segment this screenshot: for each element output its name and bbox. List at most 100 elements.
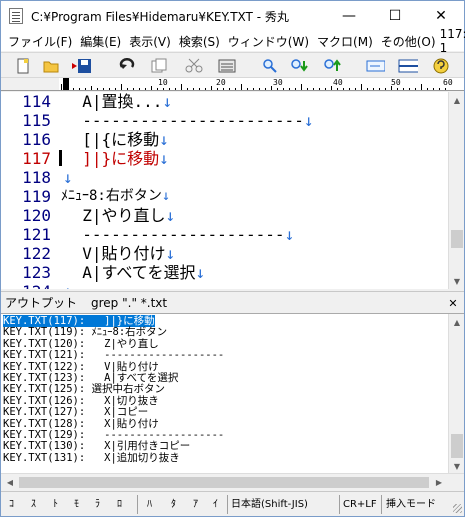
function-key-label[interactable]: ｺ <box>9 495 14 515</box>
scroll-left-icon[interactable]: ◀ <box>2 474 18 490</box>
ruler-label: 40 <box>333 78 343 87</box>
function-key-label[interactable]: ﾛ <box>117 495 122 515</box>
ruler-tick <box>175 88 176 90</box>
editor-pane[interactable]: 114 115 116 117 118 119 120 121 122 123 … <box>1 92 464 289</box>
ruler-tick <box>211 86 212 90</box>
output-line[interactable]: KEY.TXT(121): ------------------- <box>3 349 443 361</box>
title-bar[interactable]: C:¥Program Files¥Hidemaru¥KEY.TXT - 秀丸 —… <box>1 1 464 31</box>
search-icon[interactable] <box>260 56 280 76</box>
ruler-tick <box>187 88 188 90</box>
new-file-icon[interactable] <box>13 56 33 76</box>
help-icon[interactable] <box>431 56 451 76</box>
paste-icon[interactable] <box>217 56 237 76</box>
eol-mark: ↓ <box>165 206 176 225</box>
eol-mark: ↓ <box>63 282 73 289</box>
ruler-tick <box>253 88 254 90</box>
menu-search[interactable]: 検索(S) <box>175 33 224 50</box>
search-down-icon[interactable] <box>290 56 310 76</box>
menu-edit[interactable]: 編集(E) <box>76 33 125 50</box>
minimize-button[interactable]: — <box>326 1 372 31</box>
function-key-label[interactable]: ｽ <box>31 495 36 515</box>
resize-grip[interactable] <box>453 504 462 513</box>
split-icon[interactable] <box>398 56 418 76</box>
scroll-up-icon[interactable]: ▲ <box>449 314 464 330</box>
line-text: V|貼り付け <box>63 244 166 263</box>
ruler-tick <box>445 88 446 90</box>
function-key-label[interactable]: ﾀ <box>171 495 176 515</box>
menu-file[interactable]: ファイル(F) <box>4 33 76 50</box>
ruler-tick <box>325 88 326 90</box>
scroll-down-icon[interactable]: ▼ <box>449 458 464 473</box>
ruler-tick <box>265 88 266 90</box>
ruler-tick <box>61 84 62 90</box>
text-line: -----------------------↓ <box>63 111 313 130</box>
ruler-label: 0 <box>63 78 68 87</box>
undo-icon[interactable] <box>118 56 138 76</box>
eol-mark: ↓ <box>159 149 169 168</box>
output-line[interactable]: KEY.TXT(130): X|引用付きコピー <box>3 440 443 452</box>
ruler-tick <box>67 88 68 90</box>
newline-status[interactable]: CR+LF <box>343 495 377 515</box>
output-query: grep "." *.txt <box>91 295 168 310</box>
output-close-button[interactable]: ✕ <box>445 295 461 311</box>
eol-mark: ↓ <box>162 92 173 111</box>
output-pane[interactable]: KEY.TXT(117): ]|}に移動 KEY.TXT(119): ﾒﾆｭｰ8… <box>1 313 464 473</box>
scroll-thumb[interactable] <box>19 477 429 488</box>
replace-icon[interactable] <box>365 56 385 76</box>
function-key-label[interactable]: ｲ <box>213 495 218 515</box>
ruler-tick <box>367 88 368 90</box>
ruler-tick <box>421 84 422 90</box>
ruler-tick <box>397 88 398 90</box>
ruler-tick <box>409 88 410 90</box>
ruler-tick <box>403 88 404 90</box>
ruler-tick <box>313 88 314 90</box>
eol-mark: ↓ <box>159 130 169 149</box>
text-line: V|貼り付け↓ <box>63 244 175 263</box>
cut-icon[interactable] <box>184 56 204 76</box>
line-text: [|{に移動 <box>63 130 160 149</box>
ruler-tick <box>337 88 338 90</box>
function-key-label[interactable]: ﾄ <box>53 495 58 515</box>
ruler-tick <box>319 88 320 90</box>
line-number: 120 <box>22 206 51 225</box>
scroll-thumb[interactable] <box>451 434 463 458</box>
editor-vertical-scrollbar[interactable]: ▲ ▼ <box>448 92 464 289</box>
ruler-tick <box>349 88 350 90</box>
insert-mode-status[interactable]: 挿入モード <box>386 495 436 515</box>
encoding-status[interactable]: 日本語(Shift-JIS) <box>231 495 308 515</box>
output-horizontal-scrollbar[interactable]: ◀ ▶ <box>1 473 464 490</box>
search-up-icon[interactable] <box>323 56 343 76</box>
text-line: [|{に移動↓ <box>63 130 169 149</box>
function-key-label[interactable]: ｱ <box>193 495 198 515</box>
save-icon[interactable] <box>71 56 91 76</box>
ruler-label: 50 <box>391 78 401 87</box>
text-line: A|すべてを選択↓ <box>63 263 205 282</box>
menu-other[interactable]: その他(O) <box>377 33 440 50</box>
ruler-tick <box>139 88 140 90</box>
open-folder-icon[interactable] <box>41 56 61 76</box>
menu-window[interactable]: ウィンドウ(W) <box>224 33 313 50</box>
ruler-tick <box>391 86 392 90</box>
function-key-label[interactable]: ﾊ <box>147 495 152 515</box>
scroll-up-icon[interactable]: ▲ <box>449 92 464 108</box>
output-pane-title: アウトプット <box>5 296 78 310</box>
eol-mark: ↓ <box>195 263 206 282</box>
text-area[interactable]: A|置換...↓ -----------------------↓ [|{に移動… <box>61 92 448 289</box>
scroll-right-icon[interactable]: ▶ <box>431 474 447 490</box>
scroll-thumb[interactable] <box>451 230 463 248</box>
text-line: A|置換...↓ <box>63 92 172 111</box>
output-vertical-scrollbar[interactable]: ▲ ▼ <box>448 314 464 473</box>
output-line[interactable]: KEY.TXT(127): X|コピー <box>3 406 443 418</box>
menu-view[interactable]: 表示(V) <box>125 33 175 50</box>
ruler-tick <box>97 88 98 90</box>
function-key-label[interactable]: ﾓ <box>74 495 79 515</box>
function-key-label[interactable]: ﾗ <box>95 495 100 515</box>
ruler-tick <box>241 84 242 90</box>
menu-macro[interactable]: マクロ(M) <box>313 33 377 50</box>
output-line[interactable]: KEY.TXT(131): X|追加切り抜き <box>3 452 443 464</box>
copy-icon[interactable] <box>149 56 169 76</box>
maximize-button[interactable]: ☐ <box>372 1 418 31</box>
ruler-tick <box>439 88 440 90</box>
ruler-tick <box>205 88 206 90</box>
scroll-down-icon[interactable]: ▼ <box>449 273 464 289</box>
